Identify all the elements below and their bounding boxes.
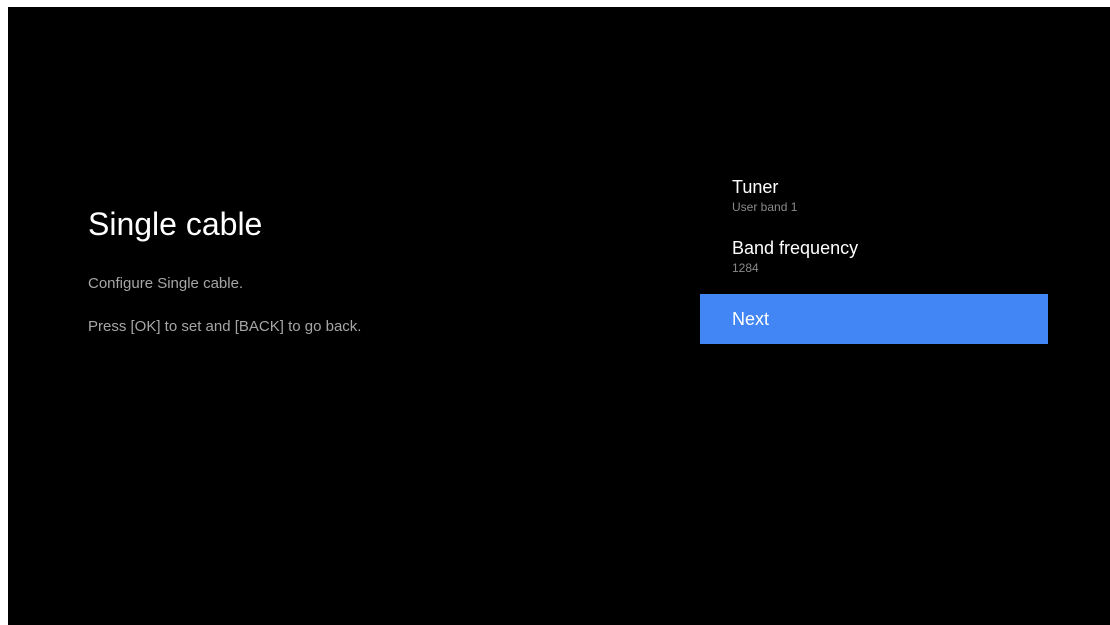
menu-item-label: Band frequency [732,238,859,258]
menu-item-label: Next [732,309,770,329]
menu-item-band-frequency[interactable]: Band frequency 1284 [700,236,1048,276]
info-panel: Single cable Configure Single cable. Pre… [88,202,648,335]
page-title: Single cable [88,206,263,242]
description-text: Configure Single cable. [88,275,244,292]
instruction-text: Press [OK] to set and [BACK] to go back. [88,318,362,335]
menu-item-tuner[interactable]: Tuner User band 1 [700,175,1048,215]
next-button[interactable]: Next [700,294,1048,344]
menu-item-label: Tuner [732,177,779,197]
menu-item-value: User band 1 [732,200,798,214]
tv-screen: Single cable Configure Single cable. Pre… [8,7,1110,625]
menu-item-value: 1284 [732,261,759,275]
